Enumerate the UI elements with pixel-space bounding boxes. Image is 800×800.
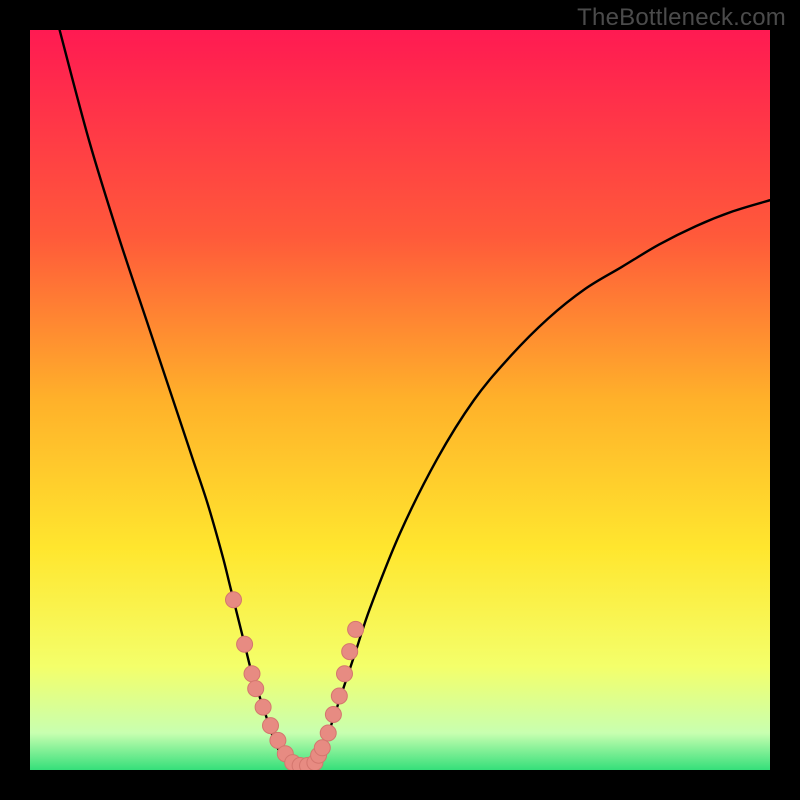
- marker-point: [237, 636, 253, 652]
- marker-point: [226, 592, 242, 608]
- curve-left-branch: [60, 30, 289, 766]
- plot-area: [30, 30, 770, 770]
- marker-point: [255, 699, 271, 715]
- marker-point: [263, 718, 279, 734]
- marker-point: [314, 740, 330, 756]
- marker-point: [331, 688, 347, 704]
- chart-frame: TheBottleneck.com: [0, 0, 800, 800]
- marker-point: [325, 707, 341, 723]
- watermark-text: TheBottleneck.com: [577, 4, 786, 32]
- marker-point: [244, 666, 260, 682]
- marker-cluster: [226, 592, 364, 770]
- bottleneck-curve: [30, 30, 770, 770]
- marker-point: [337, 666, 353, 682]
- curve-right-branch: [311, 200, 770, 766]
- marker-point: [342, 644, 358, 660]
- marker-point: [320, 725, 336, 741]
- marker-point: [248, 681, 264, 697]
- marker-point: [348, 621, 364, 637]
